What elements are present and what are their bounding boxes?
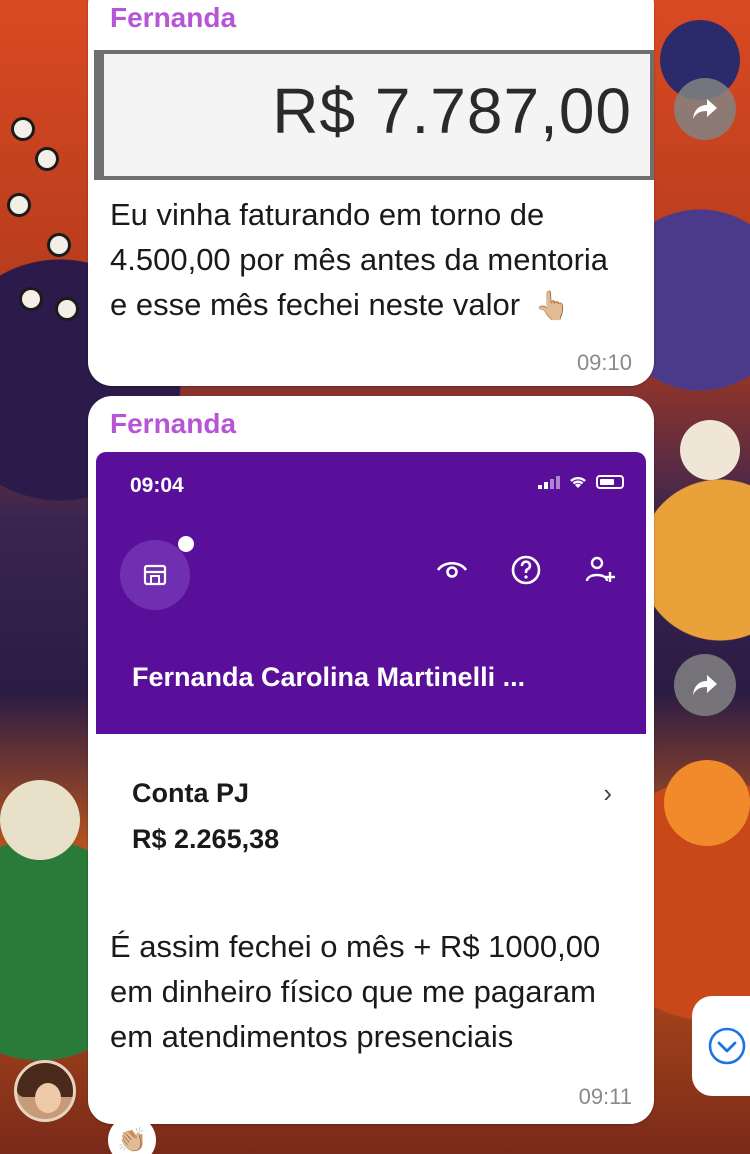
shop-button[interactable] <box>120 536 194 610</box>
message-text: Eu vinha faturando em torno de 4.500,00 … <box>110 192 630 328</box>
attached-image[interactable]: R$ 7.787,00 <box>94 50 654 180</box>
help-icon[interactable] <box>508 552 544 588</box>
account-holder-name: Fernanda Carolina Martinelli ... <box>132 662 526 692</box>
battery-icon <box>596 475 624 489</box>
scroll-to-bottom-button[interactable] <box>692 996 750 1096</box>
message-text-content: Eu vinha faturando em torno de 4.500,00 … <box>110 197 609 322</box>
add-user-icon[interactable] <box>582 552 618 588</box>
notification-dot <box>178 536 194 552</box>
chevron-right-icon: › <box>603 778 612 808</box>
message-text: É assim fechei o mês + R$ 1000,00 em din… <box>110 929 601 1054</box>
forward-button[interactable] <box>674 654 736 716</box>
message-time: 09:11 <box>578 1084 632 1109</box>
message-time: 09:10 <box>576 350 632 375</box>
store-icon <box>143 564 167 586</box>
sender-name[interactable]: Fernanda <box>110 408 236 440</box>
message-bubble[interactable]: Fernanda 09:04 Fernanda Carolina Martine… <box>88 396 654 1124</box>
forward-button[interactable] <box>674 78 736 140</box>
receipt-amount: R$ 7.787,00 <box>272 75 632 147</box>
status-time: 09:04 <box>130 474 184 497</box>
attached-image[interactable]: 09:04 Fernanda Carolina Martinelli ... C… <box>96 452 646 914</box>
account-balance: R$ 2.265,38 <box>132 824 280 854</box>
signal-icon <box>538 475 560 489</box>
wifi-icon <box>570 476 586 488</box>
header-actions <box>434 552 618 588</box>
message-bubble[interactable]: Fernanda R$ 7.787,00 Eu vinha faturando … <box>88 0 654 386</box>
status-icons <box>538 474 624 490</box>
account-row[interactable]: Conta PJ › <box>132 778 612 809</box>
eye-icon[interactable] <box>434 552 470 588</box>
app-header: 09:04 Fernanda Carolina Martinelli ... <box>96 452 646 734</box>
forward-icon <box>693 675 717 695</box>
pointing-up-emoji: 👆🏼 <box>534 290 570 321</box>
account-label: Conta PJ <box>132 778 250 808</box>
avatar[interactable] <box>14 1060 76 1122</box>
forward-icon <box>693 99 717 119</box>
chevron-down-icon <box>708 1027 746 1065</box>
sender-name[interactable]: Fernanda <box>110 2 236 34</box>
